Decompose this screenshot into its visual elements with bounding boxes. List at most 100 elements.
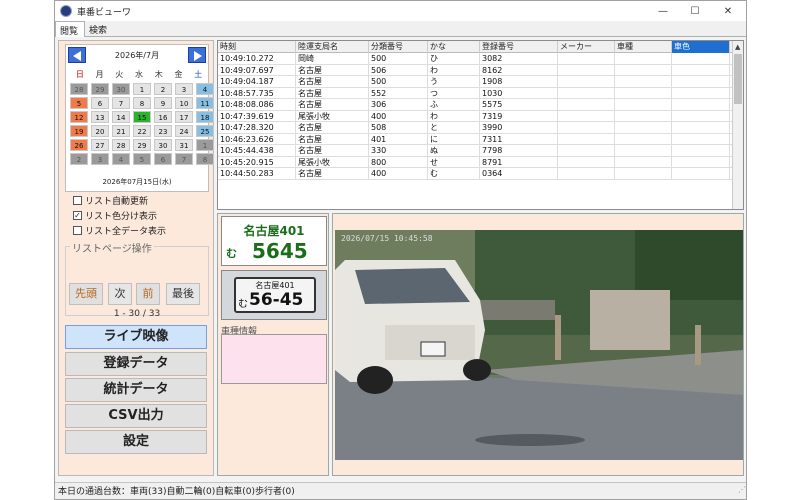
plate-photo-plate: 名古屋401 む 56-45 — [234, 277, 316, 313]
registered-data-button[interactable]: 登録データ — [65, 352, 207, 376]
scroll-thumb[interactable] — [734, 54, 742, 104]
table-row[interactable]: 10:45:44.438 名古屋 330 ぬ 7798 — [218, 145, 743, 157]
last-page-button[interactable]: 最後 — [166, 283, 200, 305]
calendar-day[interactable]: 11 — [196, 97, 214, 109]
checkbox-box[interactable] — [73, 226, 82, 235]
column-header[interactable]: 分類番号 — [369, 41, 428, 53]
column-header[interactable]: かな — [428, 41, 480, 53]
calendar-day[interactable]: 24 — [175, 125, 193, 137]
tab-browse[interactable]: 閲覧 — [55, 21, 86, 37]
calendar-day[interactable]: 17 — [175, 111, 193, 123]
calendar-day[interactable]: 18 — [196, 111, 214, 123]
table-cell: 401 — [369, 133, 428, 144]
calendar-day[interactable]: 8 — [196, 153, 214, 165]
table-cell — [558, 145, 615, 156]
calendar-day[interactable]: 29 — [133, 139, 151, 151]
calendar-day[interactable]: 31 — [175, 139, 193, 151]
options-checkboxes: リスト自動更新 ✓ リスト色分け表示 リスト全データ表示 — [73, 193, 166, 238]
calendar-day[interactable]: 25 — [196, 125, 214, 137]
resize-grip-icon[interactable]: ⋰ — [738, 481, 746, 499]
prev-page-button[interactable]: 前 — [136, 283, 160, 305]
calendar-day[interactable]: 21 — [112, 125, 130, 137]
calendar-day[interactable]: 3 — [175, 83, 193, 95]
scroll-up-icon[interactable]: ▲ — [735, 43, 740, 51]
table-cell: 306 — [369, 99, 428, 110]
calendar-day[interactable]: 16 — [154, 111, 172, 123]
weekday-label: 金 — [174, 70, 183, 79]
video-timestamp: 2026/07/15 10:45:58 — [341, 234, 433, 243]
table-row[interactable]: 10:46:23.626 名古屋 401 に 7311 — [218, 133, 743, 145]
calendar-day[interactable]: 22 — [133, 125, 151, 137]
next-month-button[interactable] — [188, 47, 206, 63]
calendar-day[interactable]: 29 — [91, 83, 109, 95]
checkbox-box[interactable]: ✓ — [73, 211, 82, 220]
calendar-day[interactable]: 28 — [112, 139, 130, 151]
statistics-button[interactable]: 統計データ — [65, 378, 207, 402]
settings-button[interactable]: 設定 — [65, 430, 207, 454]
table-cell — [672, 133, 730, 144]
live-video-button[interactable]: ライブ映像 — [65, 325, 207, 349]
column-header[interactable]: 登録番号 — [480, 41, 558, 53]
close-button[interactable]: ✕ — [713, 1, 743, 21]
minimize-button[interactable]: — — [648, 1, 678, 21]
calendar-day[interactable]: 15 — [133, 111, 151, 123]
csv-export-button[interactable]: CSV出力 — [65, 404, 207, 428]
table-row[interactable]: 10:48:57.735 名古屋 552 つ 1030 — [218, 87, 743, 99]
checkbox-box[interactable] — [73, 196, 82, 205]
calendar-day[interactable]: 9 — [154, 97, 172, 109]
table-row[interactable]: 10:49:04.187 名古屋 500 う 1908 — [218, 76, 743, 88]
table-row[interactable]: 10:49:07.697 名古屋 506 わ 8162 — [218, 64, 743, 76]
table-row[interactable]: 10:49:10.272 岡崎 500 ひ 3082 — [218, 53, 743, 65]
calendar-day[interactable]: 27 — [91, 139, 109, 151]
table-scrollbar[interactable]: ▲ — [732, 41, 743, 209]
table-cell: ぬ — [428, 145, 480, 156]
column-header[interactable]: 時刻 — [218, 41, 296, 53]
calendar-day[interactable]: 2 — [70, 153, 88, 165]
calendar-day[interactable]: 20 — [91, 125, 109, 137]
calendar-day[interactable]: 12 — [70, 111, 88, 123]
calendar-day[interactable]: 4 — [112, 153, 130, 165]
table-row[interactable]: 10:48:08.086 名古屋 306 ふ 5575 — [218, 99, 743, 111]
next-page-button[interactable]: 次 — [108, 283, 132, 305]
calendar-day[interactable]: 7 — [112, 97, 130, 109]
table-row[interactable]: 10:47:28.320 名古屋 508 と 3990 — [218, 122, 743, 134]
calendar-day[interactable]: 28 — [70, 83, 88, 95]
column-header[interactable]: 陸運支局名 — [296, 41, 369, 53]
table-row[interactable]: 10:47:39.619 尾張小牧 400 わ 7319 — [218, 110, 743, 122]
calendar-day[interactable]: 10 — [175, 97, 193, 109]
calendar-day[interactable]: 2 — [154, 83, 172, 95]
calendar-day[interactable]: 5 — [70, 97, 88, 109]
column-header[interactable]: 車色 — [672, 41, 730, 53]
window-title: 車番ビューワ — [77, 7, 132, 18]
calendar-day[interactable]: 7 — [175, 153, 193, 165]
calendar-day[interactable]: 13 — [91, 111, 109, 123]
calendar-day[interactable]: 26 — [70, 139, 88, 151]
column-header[interactable]: 車種 — [615, 41, 672, 53]
table-row[interactable]: 10:44:50.283 名古屋 400 む 0364 — [218, 168, 743, 180]
calendar-day[interactable]: 4 — [196, 83, 214, 95]
tab-search[interactable]: 検索 — [85, 21, 113, 37]
calendar-day[interactable]: 8 — [133, 97, 151, 109]
table-row[interactable]: 10:45:20.915 尾張小牧 800 せ 8791 — [218, 156, 743, 168]
vehicle-info-box — [221, 334, 327, 384]
auto-refresh-checkbox[interactable]: リスト自動更新 — [73, 193, 166, 208]
table-cell: 800 — [369, 156, 428, 167]
calendar-day[interactable]: 6 — [154, 153, 172, 165]
calendar-day[interactable]: 5 — [133, 153, 151, 165]
calendar-day[interactable]: 30 — [112, 83, 130, 95]
color-coding-checkbox[interactable]: ✓ リスト色分け表示 — [73, 208, 166, 223]
calendar-day[interactable]: 6 — [91, 97, 109, 109]
calendar-day[interactable]: 3 — [91, 153, 109, 165]
calendar-day[interactable]: 1 — [133, 83, 151, 95]
tab-bar: 閲覧 検索 — [55, 21, 746, 37]
first-page-button[interactable]: 先頭 — [69, 283, 103, 305]
calendar-day[interactable]: 1 — [196, 139, 214, 151]
table-cell — [558, 168, 615, 179]
all-data-checkbox[interactable]: リスト全データ表示 — [73, 223, 166, 238]
maximize-button[interactable]: ☐ — [680, 1, 710, 21]
calendar-day[interactable]: 30 — [154, 139, 172, 151]
calendar-day[interactable]: 19 — [70, 125, 88, 137]
column-header[interactable]: メーカー — [558, 41, 615, 53]
calendar-day[interactable]: 23 — [154, 125, 172, 137]
calendar-day[interactable]: 14 — [112, 111, 130, 123]
